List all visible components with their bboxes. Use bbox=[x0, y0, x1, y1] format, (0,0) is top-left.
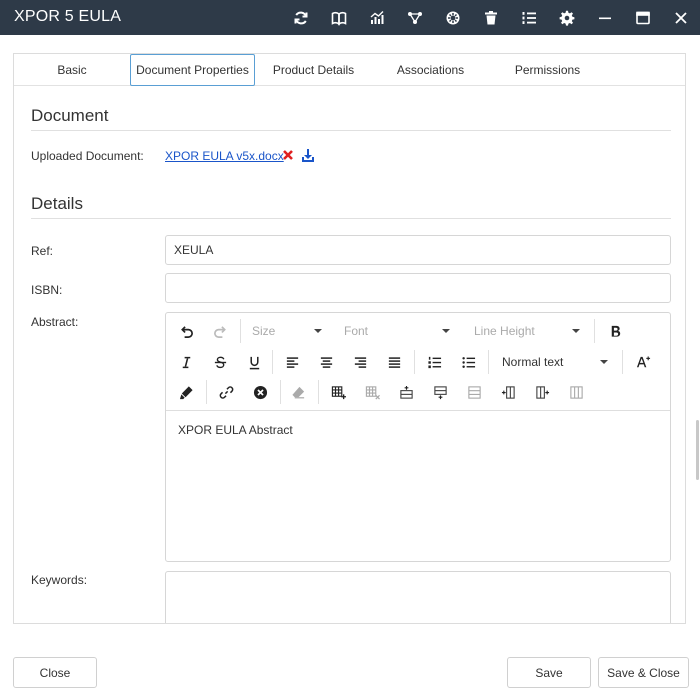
properties-panel: Basic Document Properties Product Detail… bbox=[13, 53, 686, 624]
font-family-placeholder: Font bbox=[344, 324, 369, 338]
ordered-list-icon[interactable] bbox=[422, 350, 446, 374]
maximize-icon[interactable] bbox=[624, 0, 662, 35]
abstract-label: Abstract: bbox=[31, 315, 79, 329]
toolbar-separator bbox=[206, 380, 207, 404]
strikethrough-icon[interactable] bbox=[208, 350, 232, 374]
ref-input[interactable]: XEULA bbox=[165, 235, 671, 265]
align-justify-icon[interactable] bbox=[382, 350, 406, 374]
bold-icon[interactable] bbox=[603, 319, 627, 343]
trash-icon[interactable] bbox=[472, 0, 510, 35]
italic-icon[interactable] bbox=[174, 350, 198, 374]
insert-row-below-icon[interactable] bbox=[428, 380, 452, 404]
document-section-title: Document bbox=[31, 106, 109, 125]
tab-permissions[interactable]: Permissions bbox=[489, 54, 606, 86]
underline-icon[interactable] bbox=[242, 350, 266, 374]
delete-row-icon[interactable] bbox=[462, 380, 486, 404]
tab-bar: Basic Document Properties Product Detail… bbox=[14, 54, 685, 86]
details-section-title: Details bbox=[31, 194, 83, 213]
paragraph-style-value: Normal text bbox=[502, 355, 564, 369]
save-button[interactable]: Save bbox=[507, 657, 591, 688]
highlight-pen-icon[interactable] bbox=[174, 380, 198, 404]
tab-associations[interactable]: Associations bbox=[372, 54, 489, 86]
close-icon[interactable] bbox=[662, 0, 700, 35]
remove-document-icon[interactable] bbox=[281, 148, 295, 162]
list-numbered-icon[interactable] bbox=[510, 0, 548, 35]
eraser-icon[interactable] bbox=[286, 380, 310, 404]
redo-icon[interactable] bbox=[208, 319, 232, 343]
align-right-icon[interactable] bbox=[348, 350, 372, 374]
paragraph-style-select[interactable]: Normal text bbox=[502, 350, 608, 374]
document-divider bbox=[31, 130, 671, 131]
toolbar-separator bbox=[414, 350, 415, 374]
delete-table-icon[interactable] bbox=[360, 380, 384, 404]
titlebar-actions bbox=[282, 0, 700, 35]
font-size-placeholder: Size bbox=[252, 324, 276, 338]
editor-toolbar: Size Font Line Height Normal text bbox=[166, 313, 670, 411]
book-icon[interactable] bbox=[320, 0, 358, 35]
uploaded-document-link[interactable]: XPOR EULA v5x.docx bbox=[165, 149, 284, 163]
bullet-list-icon[interactable] bbox=[456, 350, 480, 374]
minimize-icon[interactable] bbox=[586, 0, 624, 35]
keywords-input[interactable] bbox=[165, 571, 671, 623]
cog-badge-icon[interactable] bbox=[434, 0, 472, 35]
align-left-icon[interactable] bbox=[280, 350, 304, 374]
tab-basic[interactable]: Basic bbox=[14, 54, 130, 86]
font-family-select[interactable]: Font bbox=[344, 319, 450, 343]
panel-scrollbar[interactable] bbox=[696, 420, 699, 480]
window-title: XPOR 5 EULA bbox=[14, 8, 122, 25]
link-icon[interactable] bbox=[214, 380, 238, 404]
workflow-icon[interactable] bbox=[396, 0, 434, 35]
remove-format-icon[interactable] bbox=[248, 380, 272, 404]
insert-column-left-icon[interactable] bbox=[496, 380, 520, 404]
ref-label: Ref: bbox=[31, 244, 54, 258]
font-size-adjust-icon[interactable] bbox=[631, 350, 655, 374]
abstract-editor: Size Font Line Height Normal text XPOR E… bbox=[165, 312, 671, 562]
tab-document-properties[interactable]: Document Properties bbox=[130, 54, 255, 86]
insert-row-above-icon[interactable] bbox=[394, 380, 418, 404]
keywords-label: Keywords: bbox=[31, 573, 88, 587]
line-height-select[interactable]: Line Height bbox=[474, 319, 580, 343]
save-and-close-button[interactable]: Save & Close bbox=[598, 657, 689, 688]
close-button[interactable]: Close bbox=[13, 657, 97, 688]
abstract-editor-content[interactable]: XPOR EULA Abstract bbox=[178, 423, 293, 437]
window-titlebar: XPOR 5 EULA bbox=[0, 0, 700, 35]
isbn-label: ISBN: bbox=[31, 283, 63, 297]
isbn-input[interactable] bbox=[165, 273, 671, 303]
insert-column-right-icon[interactable] bbox=[530, 380, 554, 404]
uploaded-document-label: Uploaded Document: bbox=[31, 149, 144, 163]
toolbar-separator bbox=[622, 350, 623, 374]
toolbar-separator bbox=[240, 319, 241, 343]
toolbar-separator bbox=[318, 380, 319, 404]
chart-icon[interactable] bbox=[358, 0, 396, 35]
insert-table-icon[interactable] bbox=[326, 380, 350, 404]
tab-product-details[interactable]: Product Details bbox=[255, 54, 372, 86]
undo-icon[interactable] bbox=[174, 319, 198, 343]
settings-icon[interactable] bbox=[548, 0, 586, 35]
line-height-placeholder: Line Height bbox=[474, 324, 535, 338]
font-size-select[interactable]: Size bbox=[252, 319, 322, 343]
toolbar-separator bbox=[272, 350, 273, 374]
delete-column-icon[interactable] bbox=[564, 380, 588, 404]
align-center-icon[interactable] bbox=[314, 350, 338, 374]
details-divider bbox=[31, 218, 671, 219]
toolbar-separator bbox=[280, 380, 281, 404]
toolbar-separator bbox=[488, 350, 489, 374]
toolbar-separator bbox=[594, 319, 595, 343]
download-icon[interactable] bbox=[300, 147, 316, 163]
refresh-icon[interactable] bbox=[282, 0, 320, 35]
